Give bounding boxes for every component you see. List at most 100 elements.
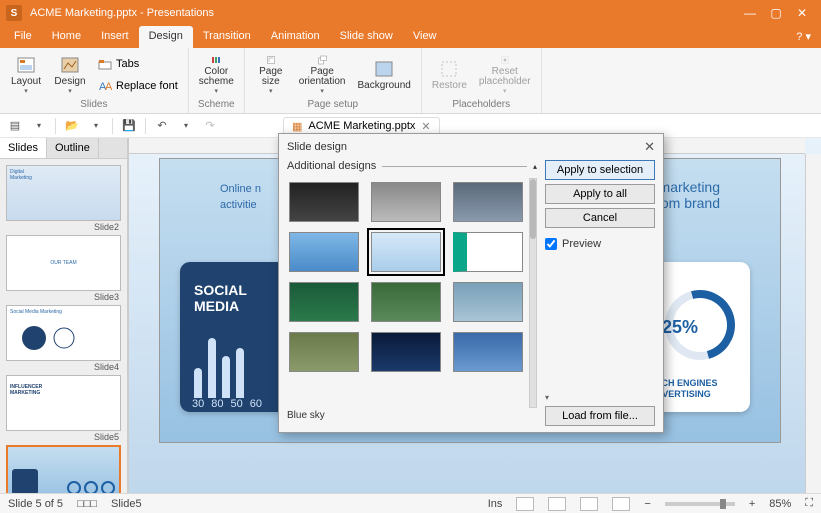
menu-file[interactable]: File bbox=[4, 26, 42, 48]
preview-checkbox[interactable]: Preview bbox=[545, 238, 655, 250]
close-button[interactable]: ✕ bbox=[789, 6, 815, 20]
slide-panel: Slides Outline DigitalMarketingSlide2 OU… bbox=[0, 138, 128, 493]
design-item[interactable] bbox=[289, 282, 359, 322]
help-button[interactable]: ? ▾ bbox=[786, 26, 821, 48]
restore-button: Restore bbox=[428, 53, 471, 97]
ribbon-group-scheme: Color scheme ▾ Scheme bbox=[189, 48, 245, 113]
chevron-down-icon[interactable]: ▾ bbox=[175, 116, 197, 136]
thumb-label: Slide3 bbox=[6, 291, 121, 303]
color-scheme-button[interactable]: Color scheme ▾ bbox=[195, 53, 238, 97]
dialog-title: Slide design bbox=[287, 141, 347, 153]
menu-transition[interactable]: Transition bbox=[193, 26, 261, 48]
design-item[interactable] bbox=[371, 332, 441, 372]
menubar: File Home Insert Design Transition Anima… bbox=[0, 26, 821, 48]
cancel-button[interactable]: Cancel bbox=[545, 208, 655, 228]
slide-thumb[interactable]: OUR TEAM bbox=[6, 235, 121, 291]
status-ins: Ins bbox=[488, 498, 503, 510]
open-icon[interactable]: 📂 bbox=[61, 116, 83, 136]
design-item[interactable] bbox=[453, 182, 523, 222]
page-size-button[interactable]: Page size ▾ bbox=[251, 53, 291, 97]
design-item[interactable] bbox=[453, 232, 523, 272]
presentation-icon: ▦ bbox=[292, 120, 302, 133]
undo-icon[interactable]: ↶ bbox=[151, 116, 173, 136]
slide-thumb[interactable]: DigitalMarketing bbox=[6, 165, 121, 221]
tab-slides[interactable]: Slides bbox=[0, 138, 47, 158]
statusbar: Slide 5 of 5 □□□ Slide5 Ins − + 85% ⛶ bbox=[0, 493, 821, 513]
document-tab[interactable]: ▦ ACME Marketing.pptx ✕ bbox=[283, 117, 440, 135]
window-title: ACME Marketing.pptx - Presentations bbox=[30, 7, 737, 19]
status-slide-name: Slide5 bbox=[111, 498, 142, 510]
view-sorter-icon[interactable] bbox=[548, 497, 566, 511]
design-item[interactable] bbox=[453, 332, 523, 372]
save-icon[interactable]: 💾 bbox=[118, 116, 140, 136]
design-item[interactable] bbox=[371, 182, 441, 222]
ribbon-group-slides: Layout ▾ Design ▾ Tabs AA Replace font S… bbox=[0, 48, 189, 113]
slide-subtitle: Online nactivitie bbox=[220, 179, 261, 211]
menu-animation[interactable]: Animation bbox=[261, 26, 330, 48]
ribbon-group-page-setup: Page size ▾ Page orientation ▾ Backgroun… bbox=[245, 48, 422, 113]
menu-slideshow[interactable]: Slide show bbox=[330, 26, 403, 48]
zoom-in-button[interactable]: + bbox=[749, 498, 755, 510]
svg-text:A: A bbox=[105, 81, 112, 93]
view-show-icon[interactable] bbox=[612, 497, 630, 511]
expand-icon[interactable]: ▾ bbox=[545, 393, 549, 402]
tab-outline[interactable]: Outline bbox=[47, 138, 99, 158]
design-item[interactable] bbox=[371, 282, 441, 322]
zoom-fit-icon[interactable]: ⛶ bbox=[805, 497, 813, 510]
design-item[interactable] bbox=[453, 282, 523, 322]
view-outline-icon[interactable] bbox=[580, 497, 598, 511]
view-normal-icon[interactable] bbox=[516, 497, 534, 511]
selected-design-name: Blue sky bbox=[287, 408, 537, 426]
design-item[interactable] bbox=[289, 332, 359, 372]
apply-selection-button[interactable]: Apply to selection bbox=[545, 160, 655, 180]
thumb-label: Slide2 bbox=[6, 221, 121, 233]
app-icon: S bbox=[6, 5, 22, 21]
minimize-button[interactable]: — bbox=[737, 6, 763, 20]
thumb-label: Slide5 bbox=[6, 431, 121, 443]
collapse-icon[interactable]: ▴ bbox=[533, 162, 537, 171]
menu-insert[interactable]: Insert bbox=[91, 26, 139, 48]
design-item[interactable] bbox=[289, 182, 359, 222]
status-slide-of: Slide 5 of 5 bbox=[8, 498, 63, 510]
panel-tabs: Slides Outline bbox=[0, 138, 127, 159]
thumbnail-list[interactable]: DigitalMarketingSlide2 OUR TEAMSlide3 So… bbox=[0, 159, 127, 493]
load-from-file-button[interactable]: Load from file... bbox=[545, 406, 655, 426]
design-button[interactable]: Design ▾ bbox=[50, 53, 90, 97]
menu-home[interactable]: Home bbox=[42, 26, 91, 48]
design-scrollbar[interactable] bbox=[529, 178, 537, 408]
zoom-level: 85% bbox=[769, 498, 791, 510]
layout-button[interactable]: Layout ▾ bbox=[6, 53, 46, 97]
background-button[interactable]: Background bbox=[353, 53, 414, 97]
additional-designs-label: Additional designs▴ bbox=[287, 160, 537, 172]
chevron-down-icon[interactable]: ▾ bbox=[85, 116, 107, 136]
slide-thumb-selected[interactable] bbox=[6, 445, 121, 493]
redo-icon[interactable]: ↷ bbox=[199, 116, 221, 136]
dialog-close-icon[interactable]: ✕ bbox=[644, 139, 655, 155]
ribbon-group-placeholders: Restore Reset placeholder ▾ Placeholders bbox=[422, 48, 542, 113]
replace-font-button[interactable]: AA Replace font bbox=[94, 76, 182, 96]
menu-design[interactable]: Design bbox=[139, 26, 193, 48]
new-doc-icon[interactable]: ▤ bbox=[4, 116, 26, 136]
thumb-label: Slide4 bbox=[6, 361, 121, 373]
apply-all-button[interactable]: Apply to all bbox=[545, 184, 655, 204]
menu-view[interactable]: View bbox=[403, 26, 447, 48]
slide-thumb[interactable]: Social Media Marketing bbox=[6, 305, 121, 361]
close-tab-icon[interactable]: ✕ bbox=[421, 120, 430, 133]
design-item[interactable] bbox=[289, 232, 359, 272]
slide-thumb[interactable]: INFLUENCERMARKETING bbox=[6, 375, 121, 431]
dialog-title-bar: Slide design ✕ bbox=[279, 134, 663, 160]
reset-placeholder-button: Reset placeholder ▾ bbox=[475, 53, 535, 97]
document-tab-label: ACME Marketing.pptx bbox=[308, 120, 415, 132]
slide-design-dialog: Slide design ✕ Additional designs▴ bbox=[278, 133, 664, 433]
chevron-down-icon[interactable]: ▾ bbox=[28, 116, 50, 136]
design-grid[interactable] bbox=[287, 178, 525, 408]
zoom-slider[interactable] bbox=[665, 502, 735, 506]
ribbon: Layout ▾ Design ▾ Tabs AA Replace font S… bbox=[0, 48, 821, 114]
tabs-button[interactable]: Tabs bbox=[94, 54, 182, 74]
vertical-scrollbar[interactable] bbox=[805, 154, 821, 493]
page-orientation-button[interactable]: Page orientation ▾ bbox=[295, 53, 350, 97]
design-item-selected[interactable] bbox=[371, 232, 441, 272]
titlebar: S ACME Marketing.pptx - Presentations — … bbox=[0, 0, 821, 26]
zoom-out-button[interactable]: − bbox=[644, 498, 650, 510]
maximize-button[interactable]: ▢ bbox=[763, 6, 789, 20]
